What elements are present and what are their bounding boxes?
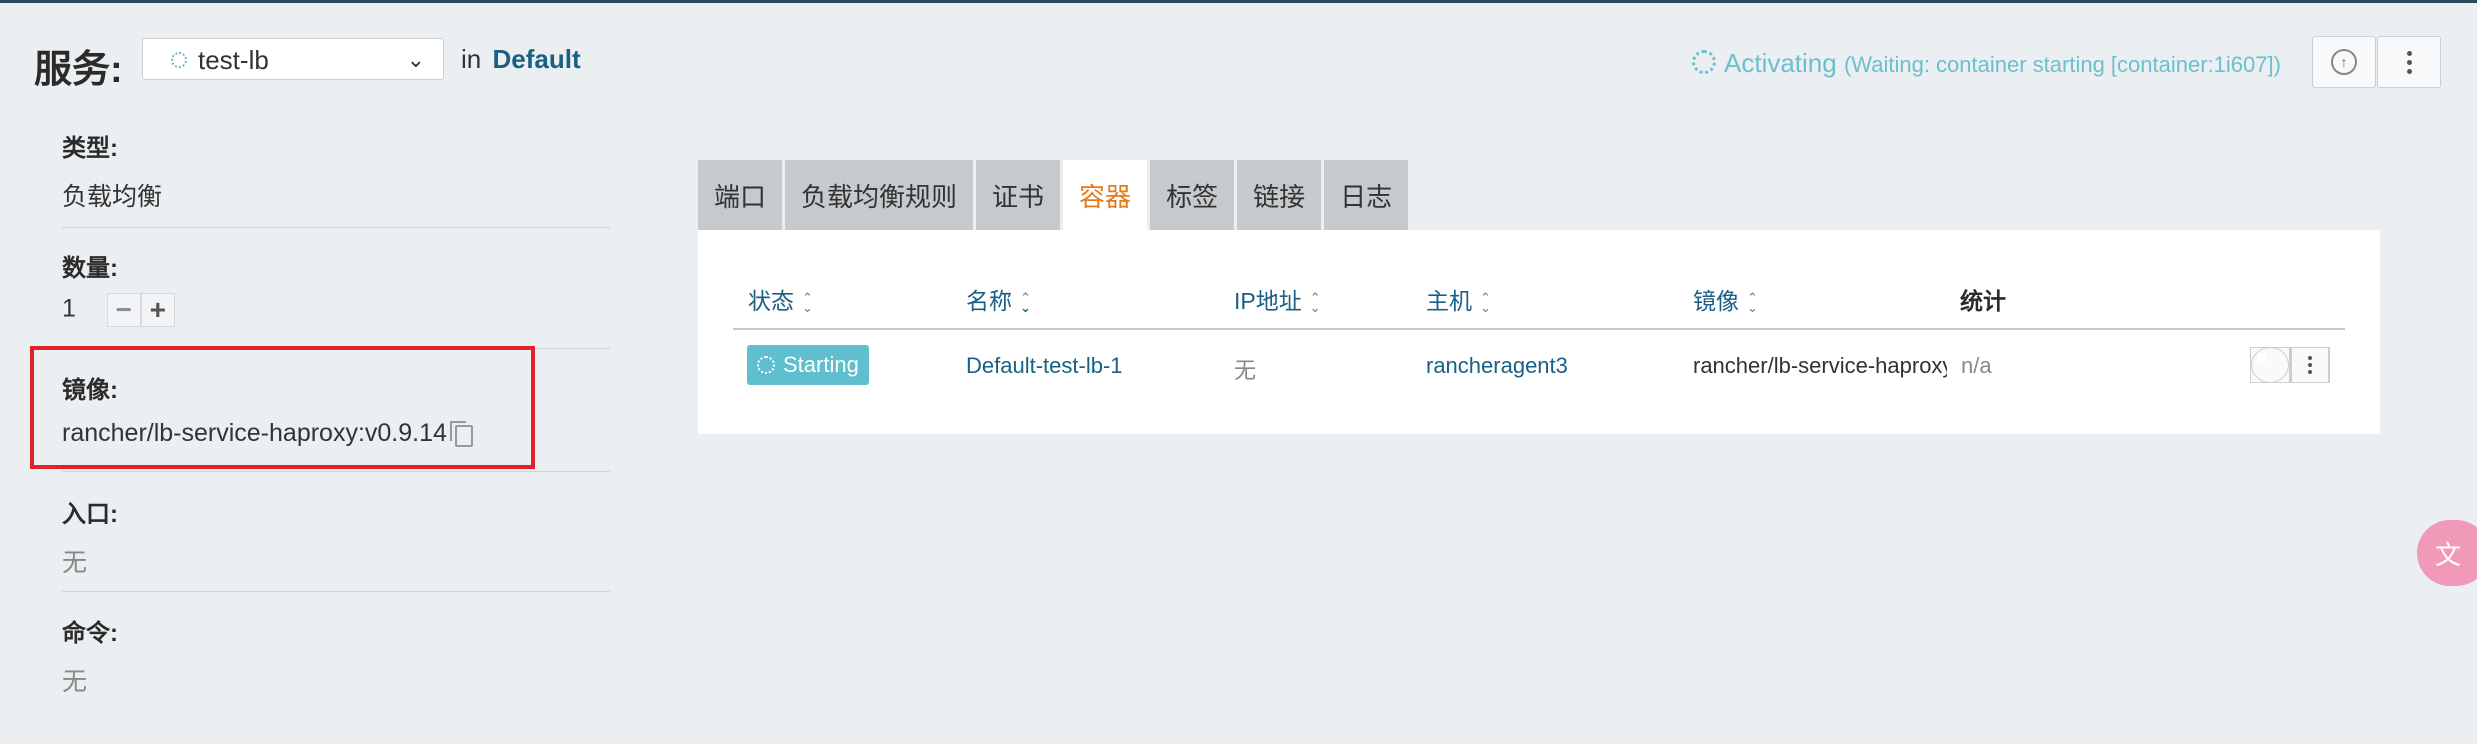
translate-button[interactable]: 文 (2417, 520, 2477, 586)
scale-increment-button[interactable]: + (140, 293, 175, 327)
upgrade-button[interactable]: ↑ (2312, 36, 2376, 88)
entry-value: 无 (62, 549, 88, 577)
scale-value: 1 (62, 294, 76, 323)
translate-icon: 文 (2435, 539, 2462, 570)
container-host-link[interactable]: rancheragent3 (1426, 353, 1568, 379)
service-status: Activating (Waiting: container starting … (1692, 48, 2281, 79)
column-header-ip[interactable]: IP地址 ⌃ ⌄ (1234, 282, 1321, 316)
service-select[interactable]: test-lb ⌄ (142, 38, 444, 80)
column-header-name[interactable]: 名称 ⌃ ⌄ (966, 282, 1031, 316)
chevron-down-icon: ⌄ (406, 47, 425, 72)
container-ip: 无 (1234, 358, 1257, 383)
page-title: 服务: (34, 49, 123, 91)
tab-bar: 端口 负载均衡规则 证书 容器 标签 链接 日志 (698, 160, 1409, 230)
column-header-host[interactable]: 主机 ⌃ ⌄ (1426, 282, 1491, 316)
row-actions (2250, 347, 2330, 383)
entry-detail: 入口: 无 (62, 494, 610, 579)
container-image: rancher/lb-service-haproxy:v0.9.14 (1693, 353, 1947, 378)
spinner-icon (757, 356, 775, 374)
service-select-value: test-lb (198, 45, 269, 75)
in-text: in (461, 44, 482, 74)
type-value: 负载均衡 (62, 183, 163, 211)
spinner-icon (171, 52, 187, 68)
tab-labels[interactable]: 标签 (1150, 160, 1235, 230)
type-detail: 类型: 负载均衡 (62, 128, 610, 213)
tab-panel (698, 230, 2380, 434)
sort-icon: ⌃ ⌄ (1747, 289, 1758, 315)
column-header-state[interactable]: 状态 ⌃ ⌄ (748, 282, 813, 316)
column-header-image[interactable]: 镜像 ⌃ ⌄ (1693, 282, 1758, 316)
sort-icon: ⌃ ⌄ (1309, 289, 1321, 315)
column-header-stats: 统计 (1960, 288, 2006, 314)
scale-detail: 数量: 1 − + (62, 248, 610, 327)
divider (62, 591, 610, 592)
tab-lb-rules[interactable]: 负载均衡规则 (785, 160, 974, 230)
scale-stepper: − + (106, 293, 175, 327)
top-border (0, 0, 2477, 3)
command-label: 命令: (62, 620, 118, 647)
stop-icon (2251, 347, 2289, 383)
divider (62, 227, 610, 228)
type-label: 类型: (62, 135, 118, 162)
tab-ports[interactable]: 端口 (698, 160, 783, 230)
more-vertical-icon (2406, 50, 2412, 74)
scale-label: 数量: (62, 255, 118, 282)
divider (62, 471, 610, 472)
upgrade-icon: ↑ (2331, 49, 2357, 75)
sort-icon: ⌃ ⌄ (1480, 289, 1491, 315)
container-name-link[interactable]: Default-test-lb-1 (966, 353, 1123, 379)
sort-icon: ⌃ ⌄ (1020, 289, 1031, 315)
environment-link[interactable]: Default (492, 44, 580, 74)
tab-containers[interactable]: 容器 (1063, 160, 1148, 230)
container-stats: n/a (1961, 353, 1992, 378)
scale-row: 1 − + (62, 293, 610, 327)
more-actions-button[interactable] (2377, 36, 2441, 88)
more-vertical-icon (2291, 347, 2329, 383)
command-value: 无 (62, 668, 88, 696)
table-header-divider (733, 328, 2345, 330)
status-text: Activating (1724, 48, 1837, 78)
stop-button[interactable] (2250, 347, 2290, 383)
row-more-button[interactable] (2290, 347, 2330, 383)
image-highlight-box (30, 346, 535, 469)
state-badge: Starting (747, 345, 869, 385)
command-detail: 命令: 无 (62, 613, 610, 698)
spinner-icon (1692, 50, 1716, 74)
tab-logs[interactable]: 日志 (1324, 160, 1409, 230)
scale-decrement-button[interactable]: − (106, 293, 141, 327)
entry-label: 入口: (62, 501, 118, 528)
tab-links[interactable]: 链接 (1237, 160, 1322, 230)
status-detail: (Waiting: container starting [container:… (1843, 52, 2281, 77)
sort-icon: ⌃ ⌄ (802, 289, 813, 315)
environment-label: in Default (461, 44, 581, 75)
tab-certificates[interactable]: 证书 (976, 160, 1061, 230)
